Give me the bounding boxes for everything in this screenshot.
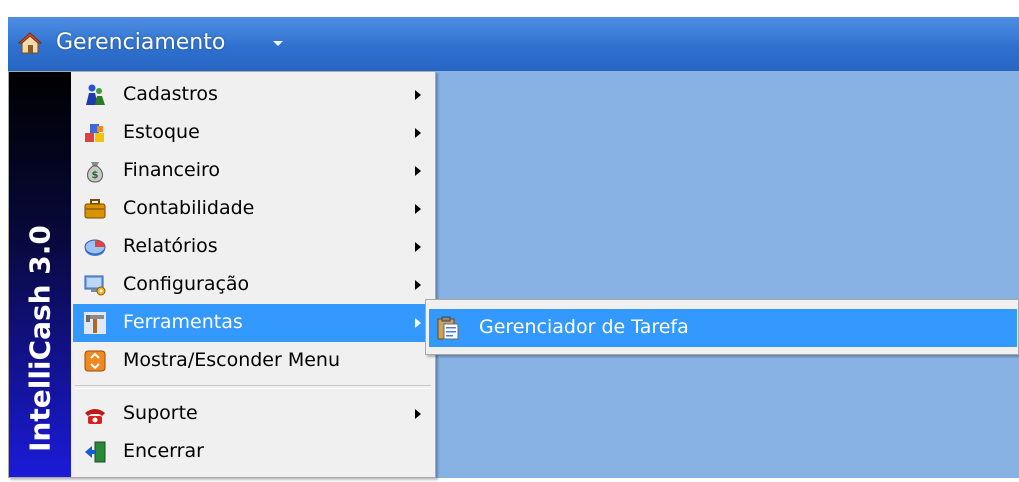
home-icon (17, 31, 43, 55)
svg-text:$: $ (92, 170, 99, 181)
menu-item-contabilidade[interactable]: Contabilidade (73, 190, 435, 228)
menu-item-label: Configuração (123, 273, 250, 295)
menu-item-label: Mostra/Esconder Menu (123, 349, 341, 371)
computer-settings-icon (83, 273, 107, 297)
sidebar-product-name: IntelliCash 3.0 (23, 225, 57, 452)
ferramentas-submenu: Gerenciador de Tarefa (425, 299, 1019, 355)
menu-item-cadastros[interactable]: Cadastros (73, 76, 435, 114)
menu-item-label: Encerrar (123, 440, 204, 462)
submenu-arrow-icon (415, 166, 421, 176)
menu-item-relatorios[interactable]: Relatórios (73, 228, 435, 266)
exit-door-icon (83, 440, 107, 464)
submenu-arrow-icon (415, 204, 421, 214)
menu-separator (75, 385, 431, 389)
submenu-arrow-icon (415, 128, 421, 138)
submenu-arrow-icon (415, 409, 421, 419)
menu-item-mostra-esconder-menu[interactable]: Mostra/Esconder Menu (73, 342, 435, 380)
menu-item-estoque[interactable]: Estoque (73, 114, 435, 152)
submenu-item-label: Gerenciador de Tarefa (479, 316, 689, 338)
menu-item-label: Estoque (123, 121, 200, 143)
menu-item-financeiro[interactable]: $ Financeiro (73, 152, 435, 190)
submenu-arrow-icon (415, 90, 421, 100)
people-icon (83, 83, 107, 107)
clipboard-task-icon (435, 315, 461, 341)
toggle-menu-icon (83, 349, 107, 373)
menu-sidebar-banner: IntelliCash 3.0 (9, 72, 71, 477)
main-menu: IntelliCash 3.0 Cadastros Estoque $ Fina… (8, 71, 436, 478)
menu-item-ferramentas[interactable]: Ferramentas (73, 304, 435, 342)
menu-item-label: Relatórios (123, 235, 218, 257)
menu-item-encerrar[interactable]: Encerrar (73, 433, 435, 471)
submenu-arrow-icon (415, 318, 421, 328)
menubar: Gerenciamento (8, 17, 1019, 71)
menu-item-label: Financeiro (123, 159, 220, 181)
submenu-item-gerenciador-de-tarefa[interactable]: Gerenciador de Tarefa (429, 309, 1017, 347)
menubar-title: Gerenciamento (56, 30, 226, 55)
menu-item-label: Contabilidade (123, 197, 255, 219)
menu-item-label: Suporte (123, 402, 198, 424)
application-window: Gerenciamento IntelliCash 3.0 Cadastros (0, 0, 1019, 482)
menu-item-label: Cadastros (123, 83, 218, 105)
money-bag-icon: $ (83, 159, 107, 183)
boxes-icon (83, 121, 107, 145)
menu-item-suporte[interactable]: Suporte (73, 395, 435, 433)
menu-item-configuracao[interactable]: Configuração (73, 266, 435, 304)
telephone-icon (83, 402, 107, 426)
submenu-arrow-icon (415, 280, 421, 290)
briefcase-icon (83, 197, 107, 221)
pie-chart-icon (83, 235, 107, 259)
menubar-gerenciamento[interactable]: Gerenciamento (8, 17, 308, 71)
tools-icon (83, 311, 107, 335)
submenu-arrow-icon (415, 242, 421, 252)
chevron-down-icon (273, 41, 283, 46)
menu-item-label: Ferramentas (123, 311, 243, 333)
